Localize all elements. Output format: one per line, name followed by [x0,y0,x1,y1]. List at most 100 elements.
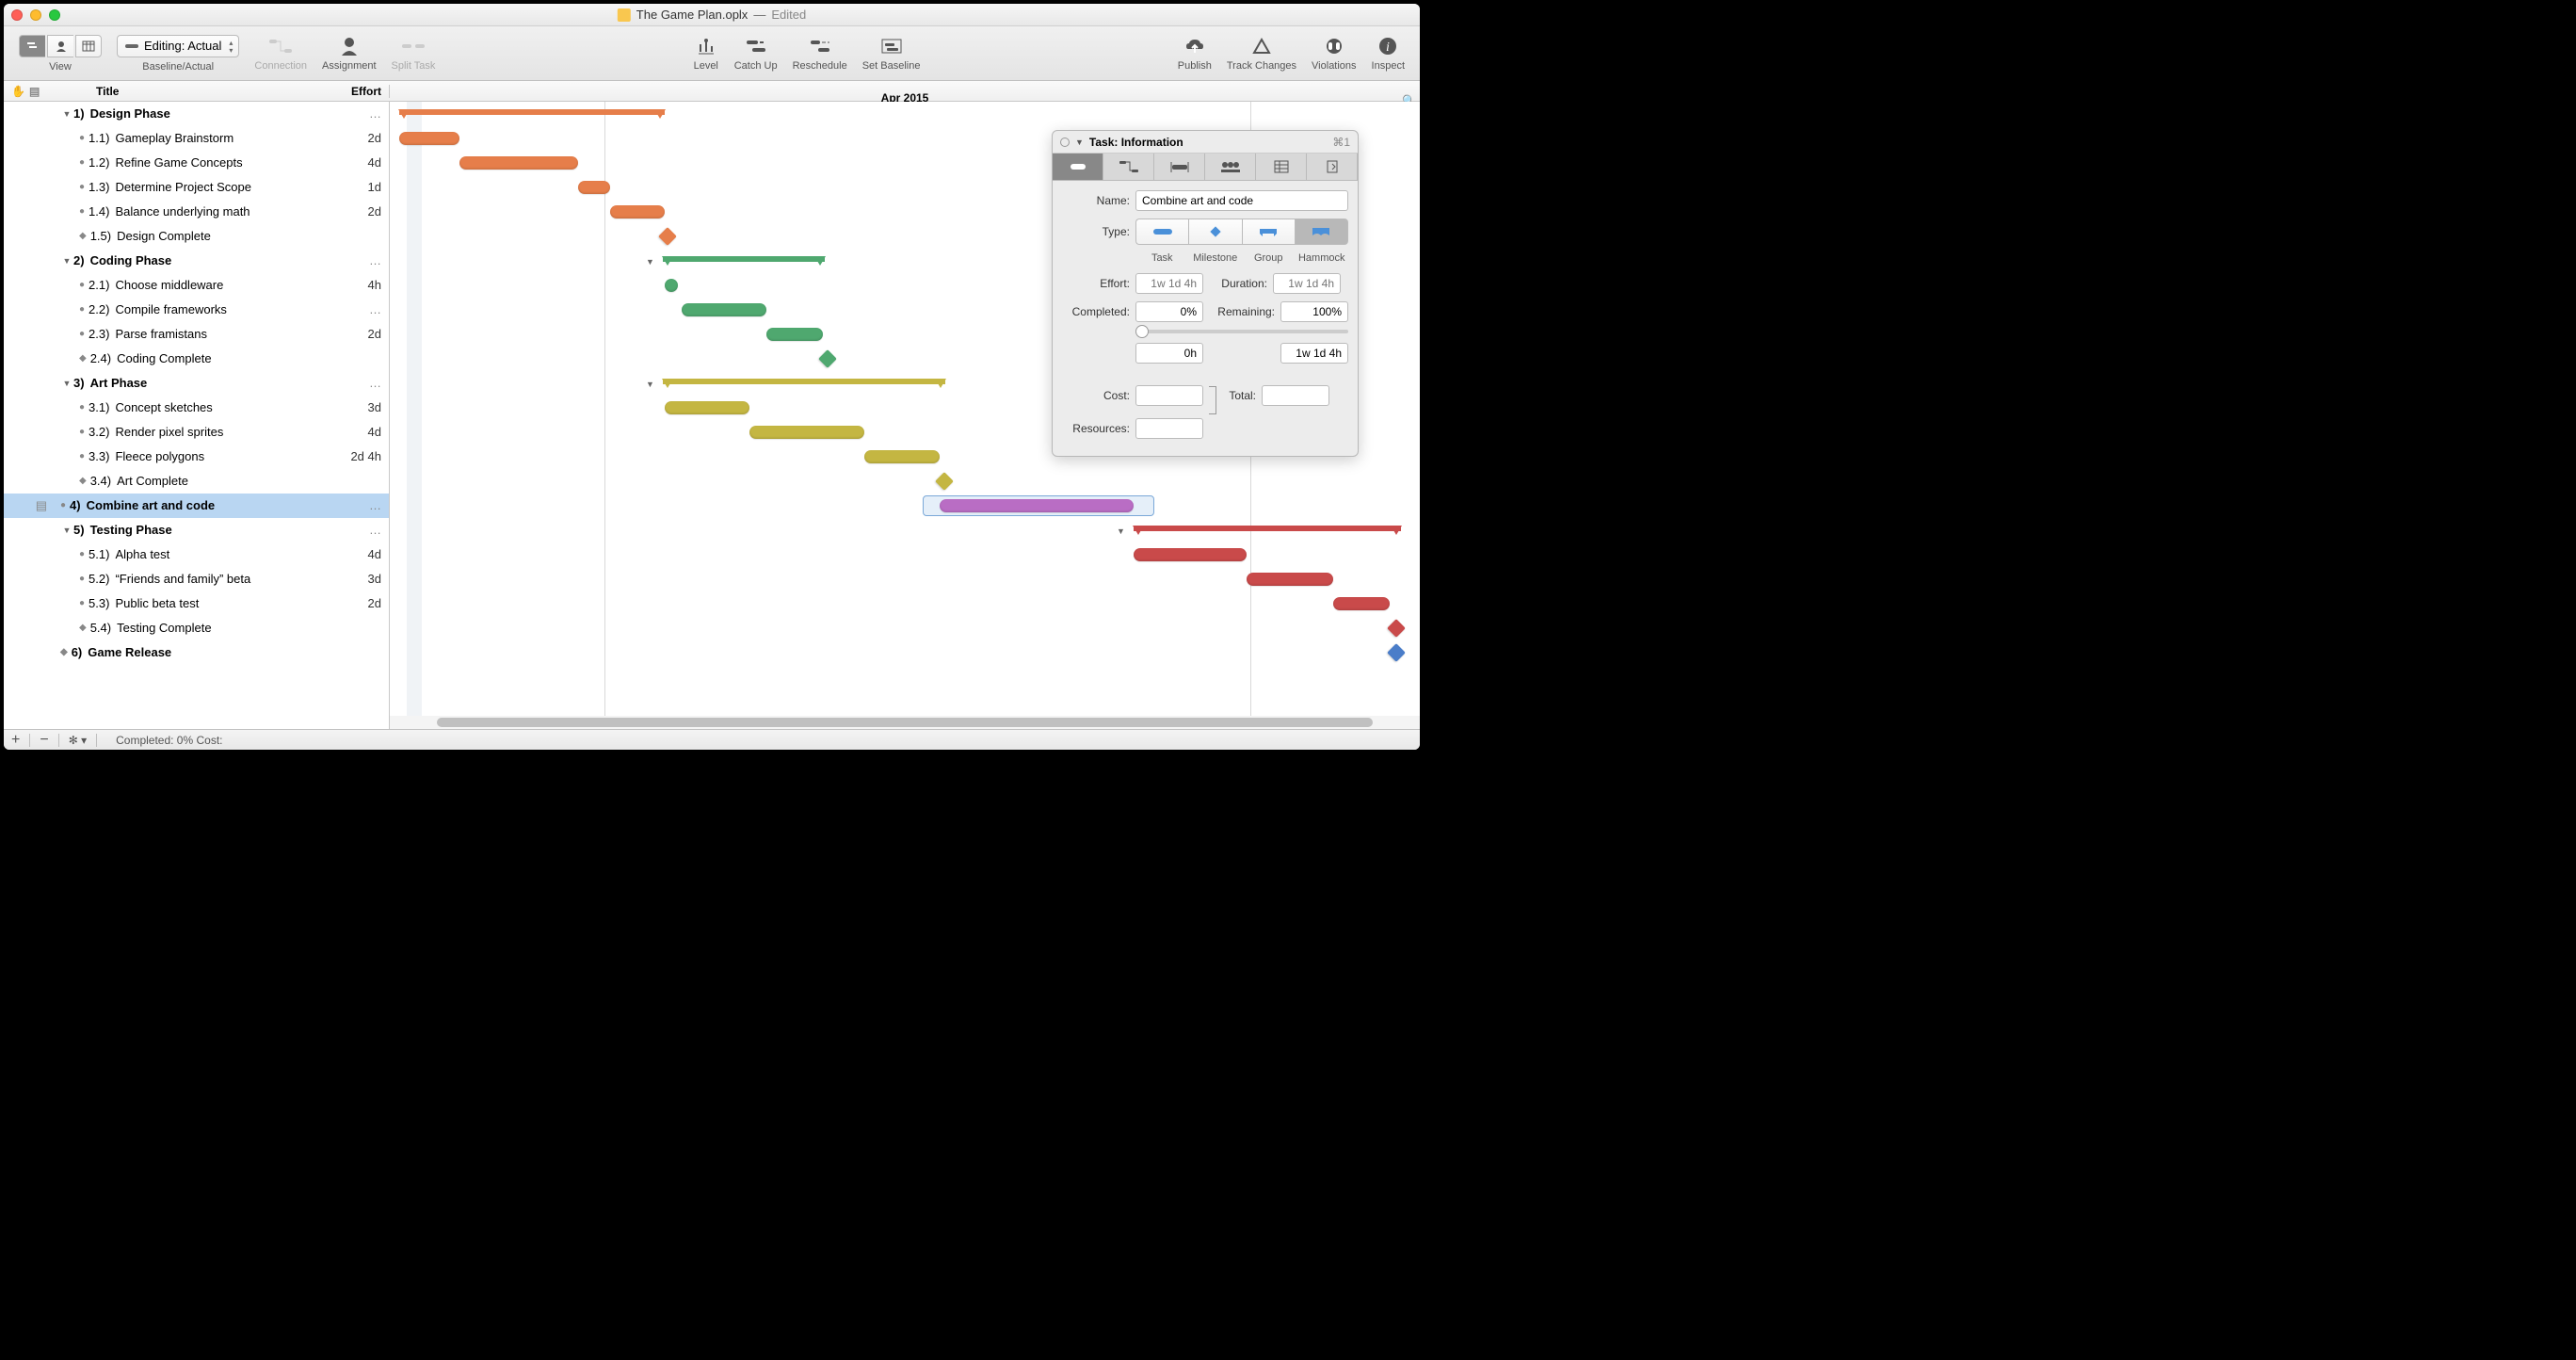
task-row[interactable]: ▼2)Coding Phase… [4,249,389,273]
chevron-down-icon[interactable]: ▼ [390,110,391,120]
task-bar[interactable] [665,279,678,292]
close-window-button[interactable] [11,9,23,21]
task-bar[interactable] [578,181,610,194]
task-row[interactable]: ●1.1)Gameplay Brainstorm2d [4,126,389,151]
inspector-tab-resources[interactable] [1205,154,1256,180]
total-input[interactable] [1262,385,1329,406]
task-row[interactable]: ◆6)Game Release [4,640,389,665]
completed-hours-input[interactable] [1135,343,1203,364]
view-calendar-button[interactable] [75,35,102,57]
view-gantt-button[interactable] [19,35,45,57]
task-row[interactable]: ●5.3)Public beta test2d [4,591,389,616]
task-row[interactable]: ▼1)Design Phase… [4,102,389,126]
inspector-close-button[interactable] [1060,138,1070,147]
task-row[interactable]: ●3.3)Fleece polygons2d 4h [4,445,389,469]
set-baseline-button[interactable] [878,36,905,57]
level-button[interactable] [693,36,719,57]
group-bar[interactable] [1134,526,1401,535]
task-row[interactable]: ◆5.4)Testing Complete [4,616,389,640]
effort-input[interactable] [1135,273,1203,294]
task-bar[interactable] [399,132,459,145]
title-column-header[interactable]: Title [53,85,342,98]
task-row[interactable]: ▼3)Art Phase… [4,371,389,396]
cost-input[interactable] [1135,385,1203,406]
chevron-down-icon[interactable]: ▼ [1117,526,1125,536]
task-row[interactable]: ◆3.4)Art Complete [4,469,389,494]
milestone-marker[interactable] [1387,643,1406,662]
gear-menu-button[interactable]: ✻ ▾ [69,734,87,747]
minimize-window-button[interactable] [30,9,41,21]
milestone-marker[interactable] [658,227,677,246]
milestone-marker[interactable] [935,472,954,491]
task-bar[interactable] [1247,573,1333,586]
group-bar[interactable] [399,109,665,119]
assignment-button[interactable] [336,36,362,57]
inspect-button[interactable]: i [1375,36,1401,57]
task-bar[interactable] [459,156,578,170]
task-row[interactable]: ◆2.4)Coding Complete [4,347,389,371]
effort-column-header[interactable]: Effort [342,85,389,98]
chevron-down-icon[interactable]: ▼ [60,526,73,535]
chevron-down-icon[interactable]: ▼ [60,379,73,388]
type-milestone-button[interactable] [1188,219,1241,245]
task-bar[interactable] [682,303,766,316]
milestone-marker[interactable] [818,349,837,368]
task-row[interactable]: ●2.3)Parse framistans2d [4,322,389,347]
task-bar[interactable] [1134,548,1247,561]
remaining-input[interactable] [1280,301,1348,322]
inspector-tab-attachments[interactable] [1307,154,1358,180]
task-row[interactable]: ▼5)Testing Phase… [4,518,389,542]
view-resources-button[interactable] [47,35,73,57]
group-bar[interactable] [663,256,825,266]
task-row[interactable]: ●3.1)Concept sketches3d [4,396,389,420]
violations-button[interactable] [1321,36,1347,57]
type-group-button[interactable] [1242,219,1295,245]
type-task-button[interactable] [1135,219,1188,245]
resources-cost-input[interactable] [1135,418,1203,439]
publish-button[interactable] [1182,36,1208,57]
task-row[interactable]: ●1.3)Determine Project Scope1d [4,175,389,200]
chevron-down-icon[interactable]: ▼ [646,380,654,389]
horizontal-scrollbar[interactable] [390,716,1420,729]
task-bar[interactable] [665,401,749,414]
task-bar[interactable] [864,450,940,463]
type-hammock-button[interactable] [1295,219,1348,245]
chevron-down-icon[interactable]: ▼ [646,257,654,267]
task-row[interactable]: ●2.2)Compile frameworks… [4,298,389,322]
task-row[interactable]: ●1.4)Balance underlying math2d [4,200,389,224]
completion-slider[interactable] [1135,330,1348,333]
inspector-tab-notes[interactable] [1256,154,1307,180]
baseline-actual-selector[interactable]: Editing: Actual ▴▾ [117,35,239,57]
task-row[interactable]: ◆1.5)Design Complete [4,224,389,249]
task-row[interactable]: ▤●4)Combine art and code… [4,494,389,518]
hammock-bar[interactable] [940,499,1134,512]
name-input[interactable] [1135,190,1348,211]
task-bar[interactable] [749,426,864,439]
group-bar[interactable] [663,379,945,388]
task-bar[interactable] [766,328,823,341]
zoom-window-button[interactable] [49,9,60,21]
completed-input[interactable] [1135,301,1203,322]
inspector-disclosure-icon[interactable]: ▼ [1075,138,1084,147]
add-button[interactable]: + [11,732,20,749]
chevron-down-icon[interactable]: ▼ [60,109,73,119]
chevron-down-icon[interactable]: ▼ [60,256,73,266]
track-changes-button[interactable] [1248,36,1275,57]
task-row[interactable]: ●5.1)Alpha test4d [4,542,389,567]
inspector-tab-info[interactable] [1053,154,1103,180]
reschedule-button[interactable] [807,36,833,57]
inspector-tab-scheduling[interactable] [1154,154,1205,180]
remove-button[interactable]: − [40,732,48,749]
remaining-hours-input[interactable] [1280,343,1348,364]
task-number: 5.3) [89,596,109,610]
task-row[interactable]: ●5.2)“Friends and family” beta3d [4,567,389,591]
inspector-tab-dependencies[interactable] [1103,154,1154,180]
task-row[interactable]: ●1.2)Refine Game Concepts4d [4,151,389,175]
task-bar[interactable] [610,205,665,219]
task-row[interactable]: ●3.2)Render pixel sprites4d [4,420,389,445]
duration-input[interactable] [1273,273,1341,294]
milestone-marker[interactable] [1387,619,1406,638]
catch-up-button[interactable] [743,36,769,57]
task-row[interactable]: ●2.1)Choose middleware4h [4,273,389,298]
task-bar[interactable] [1333,597,1390,610]
